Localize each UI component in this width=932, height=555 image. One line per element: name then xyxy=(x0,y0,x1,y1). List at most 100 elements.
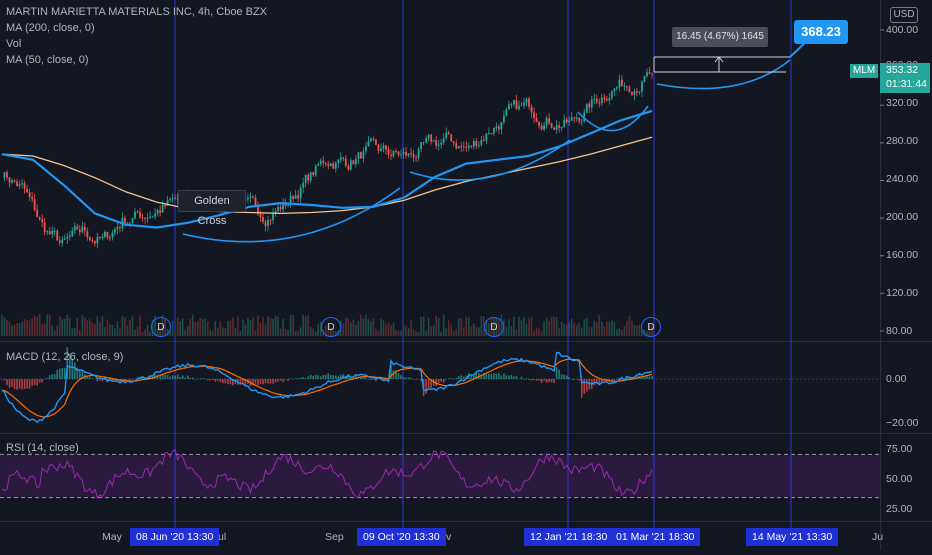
volume-bar xyxy=(525,323,528,336)
candle-body xyxy=(540,125,543,130)
price-range-measure[interactable]: 16.45 (4.67%) 1645 xyxy=(672,27,768,47)
time-pill[interactable]: 14 May '21 13:30 xyxy=(746,528,839,546)
volume-bar xyxy=(611,320,613,336)
volume-bar xyxy=(560,321,563,336)
time-pill[interactable]: 12 Jan '21 18:30 xyxy=(524,528,614,546)
macd-hist-bar xyxy=(227,379,229,385)
volume-bar xyxy=(191,314,194,336)
rsi-legend[interactable]: RSI (14, close) xyxy=(6,440,79,456)
volume-bar xyxy=(618,328,621,336)
study-ma50-label[interactable]: MA (50, close, 0) xyxy=(6,52,89,68)
volume-bar xyxy=(252,317,254,336)
chart-stage[interactable] xyxy=(0,0,932,550)
golden-cross-label[interactable]: Golden Cross xyxy=(178,190,246,227)
candle-body xyxy=(585,103,588,113)
volume-bar xyxy=(570,318,573,336)
volume-bar xyxy=(63,318,66,336)
study-vol-label[interactable]: Vol xyxy=(6,36,21,52)
macd-hist-bar xyxy=(33,379,36,386)
currency-button[interactable]: USD xyxy=(890,7,918,23)
volume-bar xyxy=(174,331,176,336)
time-pill[interactable]: 01 Mar '21 18:30 xyxy=(610,528,701,546)
study-ma200-label[interactable]: MA (200, close, 0) xyxy=(6,20,95,36)
macd-hist-bar xyxy=(510,374,513,379)
volume-bar xyxy=(267,316,269,336)
candle-body xyxy=(106,232,109,238)
volume-bar xyxy=(616,329,618,336)
volume-bar xyxy=(598,315,601,336)
chart-canvas[interactable] xyxy=(0,0,932,550)
macd-hist-bar xyxy=(262,379,264,385)
candle-body xyxy=(58,240,61,243)
macd-hist-bar xyxy=(176,374,179,379)
volume-bar xyxy=(347,318,350,336)
candle-body xyxy=(485,133,488,141)
candle-body xyxy=(81,226,84,233)
price-tick: 280.00 xyxy=(886,135,919,147)
dividend-marker[interactable]: D xyxy=(484,317,504,337)
macd-hist-bar xyxy=(495,373,498,379)
volume-bar xyxy=(116,321,119,336)
volume-bar xyxy=(623,325,626,336)
dividend-marker[interactable]: D xyxy=(321,317,341,337)
target-price-label[interactable]: 368.23 xyxy=(794,20,848,44)
volume-bar xyxy=(480,316,483,336)
macd-hist-bar xyxy=(646,375,648,379)
candle-body xyxy=(515,100,518,110)
candle-body xyxy=(490,133,493,135)
volume-bar xyxy=(234,327,237,336)
candle-body xyxy=(558,125,561,128)
volume-bar xyxy=(553,316,555,336)
candle-body xyxy=(134,211,136,219)
volume-bar xyxy=(450,324,453,336)
volume-bar xyxy=(38,314,41,336)
macd-hist-bar xyxy=(372,379,375,380)
candle-body xyxy=(13,180,16,182)
volume-bar xyxy=(307,314,309,336)
candle-body xyxy=(578,117,581,122)
macd-hist-bar xyxy=(257,379,259,386)
volume-bar xyxy=(350,322,352,336)
macd-legend[interactable]: MACD (12, 26, close, 9) xyxy=(6,349,123,365)
price-tick: 200.00 xyxy=(886,211,919,223)
candle-body xyxy=(136,211,139,213)
macd-hist-bar xyxy=(513,376,515,379)
macd-hist-bar xyxy=(51,374,53,379)
volume-bar xyxy=(131,316,134,336)
macd-hist-bar xyxy=(63,367,66,379)
candle-body xyxy=(435,140,438,146)
volume-bar xyxy=(603,326,606,336)
macd-hist-bar xyxy=(410,377,412,379)
volume-bar xyxy=(292,314,294,336)
candle-body xyxy=(510,104,513,106)
volume-bar xyxy=(575,325,578,336)
macd-hist-bar xyxy=(214,379,217,382)
candle-body xyxy=(633,91,636,95)
candle-body xyxy=(530,106,533,113)
volume-bar xyxy=(530,317,533,336)
volume-bar xyxy=(189,319,192,336)
macd-hist-bar xyxy=(616,378,618,380)
candle-body xyxy=(314,165,317,176)
volume-bar xyxy=(392,323,395,336)
volume-bar xyxy=(126,325,129,336)
time-pill[interactable]: 09 Oct '20 13:30 xyxy=(357,528,446,546)
volume-bar xyxy=(518,316,520,336)
volume-bar xyxy=(61,319,64,336)
macd-hist-bar xyxy=(179,377,181,379)
dividend-marker[interactable]: D xyxy=(641,317,661,337)
candle-body xyxy=(174,198,177,200)
candle-body xyxy=(71,230,74,236)
volume-bar xyxy=(89,319,91,336)
macd-hist-bar xyxy=(558,369,560,379)
candle-body xyxy=(417,148,420,158)
candle-body xyxy=(395,150,397,152)
macd-hist-bar xyxy=(365,377,367,379)
dividend-marker[interactable]: D xyxy=(151,317,171,337)
volume-bar xyxy=(232,317,234,336)
volume-bar xyxy=(212,331,214,336)
volume-bar xyxy=(11,325,13,336)
candle-body xyxy=(364,146,367,152)
volume-bar xyxy=(360,314,362,336)
time-pill[interactable]: 08 Jun '20 13:30 xyxy=(130,528,220,546)
